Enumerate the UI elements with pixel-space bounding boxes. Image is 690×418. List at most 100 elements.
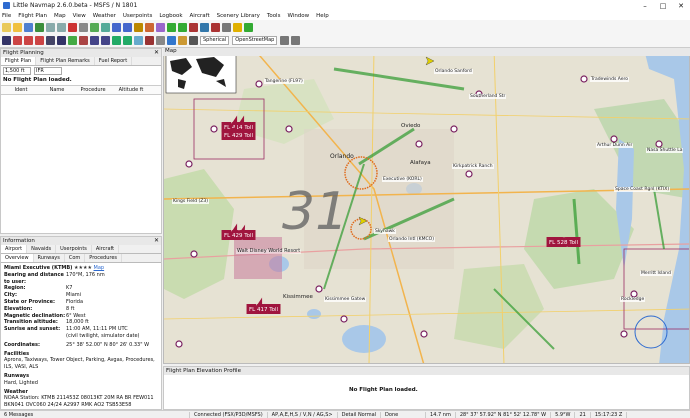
export-icon[interactable] xyxy=(35,22,44,32)
map-label[interactable]: Skyhawk xyxy=(374,229,396,234)
empty-airport-icon[interactable] xyxy=(57,35,66,45)
reverse-icon[interactable] xyxy=(79,22,88,32)
menu-weather[interactable]: Weather xyxy=(93,13,116,19)
user-aircraft-icon[interactable] xyxy=(211,22,220,32)
col-procedure[interactable]: Procedure xyxy=(73,87,113,93)
waypoint-filter-icon[interactable] xyxy=(90,35,99,45)
aircraft-trail-icon[interactable] xyxy=(233,22,242,32)
menu-flight-plan[interactable]: Flight Plan xyxy=(18,13,47,19)
undo-icon[interactable] xyxy=(46,22,55,32)
map-theme-select[interactable]: OpenStreetMap xyxy=(232,35,278,45)
zoom-in-icon[interactable] xyxy=(112,22,121,32)
menu-file[interactable]: File xyxy=(2,13,11,19)
map-label[interactable]: Orlando Sanford xyxy=(434,69,473,74)
home-icon[interactable] xyxy=(134,22,143,32)
map-label[interactable]: Orlando Intl (KMCO) xyxy=(388,237,435,242)
ndb-filter-icon[interactable] xyxy=(79,35,88,45)
map-label[interactable]: Tangerine (FL97) xyxy=(264,79,304,84)
minimize-icon[interactable]: – xyxy=(636,0,654,11)
save-icon[interactable] xyxy=(24,22,33,32)
ndb-icon[interactable] xyxy=(178,22,187,32)
compass-icon[interactable] xyxy=(222,22,231,32)
status-messages[interactable]: 6 Messages xyxy=(0,411,190,418)
tab-navaids[interactable]: Navaids xyxy=(27,245,57,253)
menu-scenery-library[interactable]: Scenery Library xyxy=(217,13,260,19)
vor-icon[interactable] xyxy=(167,22,176,32)
map-label[interactable]: Oviedo xyxy=(400,123,421,129)
tab-aircraft[interactable]: Aircraft xyxy=(92,245,120,253)
jet-airway-icon[interactable] xyxy=(123,35,132,45)
panel-close-icon[interactable]: ✕ xyxy=(154,49,159,56)
ai-ship-icon[interactable] xyxy=(178,35,187,45)
map-label[interactable]: Tradewinds Aero xyxy=(590,77,630,82)
map-label[interactable]: Nasa Shuttle La xyxy=(646,148,684,153)
zoom-out-icon[interactable] xyxy=(123,22,132,32)
new-plan-icon[interactable] xyxy=(2,22,11,32)
airspace-filter-icon[interactable] xyxy=(145,35,154,45)
close-icon[interactable]: ✕ xyxy=(672,0,690,11)
tab-fuel-report[interactable]: Fuel Report xyxy=(95,57,133,65)
tab-flight-plan-remarks[interactable]: Flight Plan Remarks xyxy=(36,57,95,65)
tab-flight-plan[interactable]: Flight Plan xyxy=(1,57,37,65)
sun-shading-icon[interactable] xyxy=(189,35,198,45)
ils-filter-icon[interactable] xyxy=(101,35,110,45)
map-label[interactable]: Kings Field (Z3) xyxy=(172,199,209,204)
soft-runway-icon[interactable] xyxy=(35,35,44,45)
mora-icon[interactable] xyxy=(156,35,165,45)
hard-runway-icon[interactable] xyxy=(24,35,33,45)
menu-tools[interactable]: Tools xyxy=(267,13,281,19)
flight-level-icon[interactable] xyxy=(134,35,143,45)
map-label[interactable]: Arthur Dunn Air xyxy=(596,143,634,148)
airspace-icon[interactable] xyxy=(200,22,209,32)
menu-map[interactable]: Map xyxy=(54,13,66,19)
map-label[interactable]: Merritt Island xyxy=(640,271,672,276)
col-name[interactable]: Name xyxy=(41,87,73,93)
map-label[interactable]: Southerland Str xyxy=(469,94,507,99)
map-label[interactable]: Walt Disney World Resort xyxy=(236,249,302,254)
cruise-altitude-input[interactable]: 1,500 ft xyxy=(3,66,31,75)
map-label[interactable]: Executive (KORL) xyxy=(382,177,423,182)
tab-com[interactable]: Com xyxy=(65,254,86,262)
maximize-icon[interactable]: □ xyxy=(654,0,672,11)
mark-icon[interactable] xyxy=(156,22,165,32)
menu-view[interactable]: View xyxy=(73,13,86,19)
menu-logbook[interactable]: Logbook xyxy=(159,13,182,19)
col-ident[interactable]: Ident xyxy=(1,87,41,93)
water-icon[interactable] xyxy=(46,35,55,45)
vor-filter-icon[interactable] xyxy=(68,35,77,45)
flight-rules-select[interactable]: IFR xyxy=(34,66,62,75)
map-label[interactable]: Kissimmee xyxy=(282,294,314,300)
map-link[interactable]: Map xyxy=(94,265,105,271)
panel-close-icon[interactable]: ✕ xyxy=(154,237,159,244)
map-label[interactable]: Rockledge xyxy=(620,297,646,302)
menu-help[interactable]: Help xyxy=(316,13,329,19)
airway-icon[interactable] xyxy=(189,22,198,32)
map-label[interactable]: Orlando xyxy=(329,154,355,160)
airport-filter-icon[interactable] xyxy=(13,35,22,45)
tab-overview[interactable]: Overview xyxy=(1,254,34,262)
tab-procedures[interactable]: Procedures xyxy=(85,254,123,262)
tab-airport[interactable]: Airport xyxy=(1,245,28,253)
map-label[interactable]: Kirkpatrick Ranch xyxy=(452,164,494,169)
tab-userpoints[interactable]: Userpoints xyxy=(56,245,92,253)
grid-icon[interactable] xyxy=(2,35,11,45)
ai-aircraft-icon[interactable] xyxy=(167,35,176,45)
menu-window[interactable]: Window xyxy=(287,13,309,19)
open-icon[interactable] xyxy=(13,22,22,32)
projection-select[interactable]: Spherical xyxy=(200,35,230,45)
redo-icon[interactable] xyxy=(57,22,66,32)
map-label[interactable]: Space Coast Rgnl (KTIX) xyxy=(614,187,671,192)
info-icon[interactable] xyxy=(101,22,110,32)
search-icon[interactable] xyxy=(90,22,99,32)
map-view[interactable]: 31 FL 414 Toll FL 429 Toll FL 429 Toll F… xyxy=(163,48,690,364)
map-label[interactable]: Alafaya xyxy=(409,160,432,166)
victor-airway-icon[interactable] xyxy=(112,35,121,45)
calc-route-icon[interactable] xyxy=(68,22,77,32)
menu-aircraft[interactable]: Aircraft xyxy=(190,13,210,19)
details-icon[interactable] xyxy=(280,35,290,45)
col-altitude[interactable]: Altitude ft xyxy=(113,87,149,93)
menu-userpoints[interactable]: Userpoints xyxy=(123,13,152,19)
weather-icon[interactable] xyxy=(244,22,253,32)
more-details-icon[interactable] xyxy=(291,35,301,45)
tab-runways[interactable]: Runways xyxy=(34,254,65,262)
